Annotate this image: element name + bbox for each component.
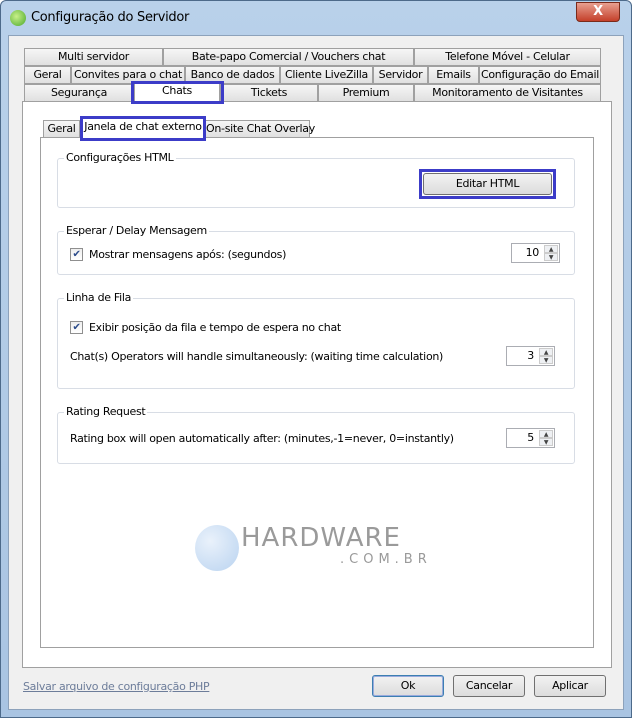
operators-spinner[interactable]: 3 ▲ ▼: [506, 346, 555, 366]
app-icon: [10, 10, 26, 26]
watermark-line1: HARDWARE: [241, 523, 401, 553]
highlight-box: [131, 81, 224, 104]
save-php-config-link[interactable]: Salvar arquivo de configuração PHP: [23, 680, 210, 693]
show-messages-checkbox[interactable]: ✔: [70, 248, 83, 261]
tab-cliente-livezilla[interactable]: Cliente LiveZilla: [280, 66, 373, 84]
tab-emails[interactable]: Emails: [428, 66, 479, 84]
tab-seguranca[interactable]: Segurança: [24, 84, 134, 102]
tab-geral[interactable]: Geral: [24, 66, 71, 84]
apply-button[interactable]: Aplicar: [534, 675, 606, 697]
ok-button[interactable]: Ok: [372, 675, 444, 697]
group-title: Linha de Fila: [64, 291, 134, 304]
tab-multi-servidor[interactable]: Multi servidor: [24, 48, 163, 66]
tab-tickets[interactable]: Tickets: [220, 84, 318, 102]
spinner-value: 10: [525, 246, 540, 259]
group-title: Rating Request: [64, 405, 148, 418]
tab-bate-papo[interactable]: Bate-papo Comercial / Vouchers chat: [163, 48, 414, 66]
spinner-value: 5: [527, 431, 534, 444]
tab-servidor[interactable]: Servidor: [373, 66, 428, 84]
watermark-line2: .COM.BR: [340, 552, 432, 567]
subtab-onsite-overlay[interactable]: On-site Chat Overlay: [205, 120, 315, 138]
subtab-geral[interactable]: Geral: [43, 120, 80, 138]
delay-spinner[interactable]: 10 ▲ ▼: [511, 243, 560, 263]
rating-label: Rating box will open automatically after…: [70, 432, 454, 445]
window-title: Configuração do Servidor: [31, 10, 190, 25]
close-button[interactable]: X: [576, 2, 620, 22]
operators-label: Chat(s) Operators will handle simultaneo…: [70, 350, 444, 363]
tab-premium[interactable]: Premium: [318, 84, 414, 102]
spin-up-icon[interactable]: ▲: [539, 430, 553, 438]
rating-spinner[interactable]: 5 ▲ ▼: [506, 428, 555, 448]
spin-down-icon[interactable]: ▼: [539, 356, 553, 364]
spinner-value: 3: [527, 349, 534, 362]
highlight-box: [419, 169, 556, 199]
show-messages-label: Mostrar mensagens após: (segundos): [89, 248, 287, 261]
tab-monitoramento[interactable]: Monitoramento de Visitantes: [414, 84, 601, 102]
cancel-button[interactable]: Cancelar: [453, 675, 525, 697]
group-queue: Linha de Fila: [57, 291, 575, 389]
queue-position-checkbox[interactable]: ✔: [70, 321, 83, 334]
queue-position-label: Exibir posição da fila e tempo de espera…: [89, 321, 341, 334]
spin-up-icon[interactable]: ▲: [544, 245, 558, 253]
group-title: Esperar / Delay Mensagem: [64, 224, 209, 237]
group-title: Configurações HTML: [64, 151, 176, 164]
highlight-box: [80, 116, 206, 141]
spin-down-icon[interactable]: ▼: [539, 438, 553, 446]
tab-config-email[interactable]: Configuração do Email: [479, 66, 601, 84]
watermark-logo: HARDWARE .COM.BR: [195, 523, 440, 573]
spin-down-icon[interactable]: ▼: [544, 253, 558, 261]
spin-up-icon[interactable]: ▲: [539, 348, 553, 356]
tab-telefone[interactable]: Telefone Móvel - Celular: [414, 48, 601, 66]
